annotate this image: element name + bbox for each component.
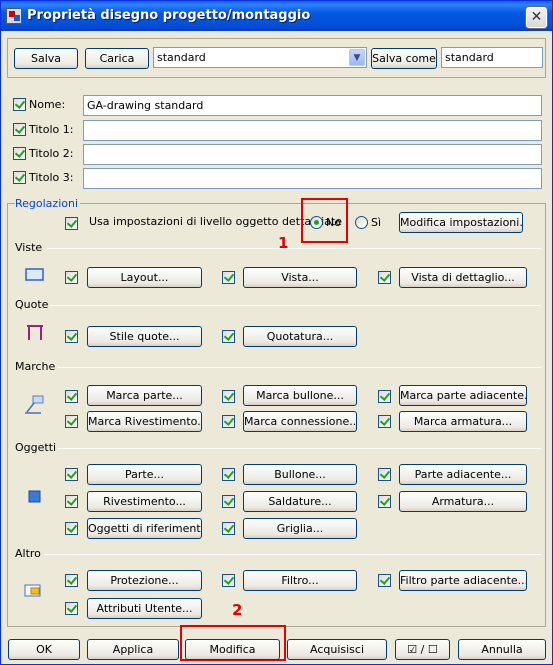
connection-mark-button[interactable]: Marca connessione... xyxy=(243,411,357,432)
dimension-style-button[interactable]: Stile quote... xyxy=(87,326,202,347)
surface-mark-checkbox[interactable] xyxy=(65,415,78,428)
title1-label: Titolo 1: xyxy=(29,123,74,136)
settings-group-label: Regolazioni xyxy=(15,197,81,210)
views-divider xyxy=(47,248,541,249)
protection-button[interactable]: Protezione... xyxy=(87,570,202,591)
bolt-checkbox[interactable] xyxy=(222,468,235,481)
radio-yes[interactable] xyxy=(355,216,368,229)
adjacent-part-button[interactable]: Parte adiacente... xyxy=(399,464,527,485)
annotation-marker-2: 2 xyxy=(232,601,243,619)
title2-checkbox[interactable] xyxy=(13,147,26,160)
dimensions-section-label: Quote xyxy=(15,298,49,311)
toggle-all-button[interactable]: ☑ / ☐ xyxy=(395,639,450,660)
name-input[interactable]: GA-drawing standard xyxy=(83,95,542,116)
title1-checkbox[interactable] xyxy=(13,123,26,136)
close-button[interactable]: ✕ xyxy=(526,7,547,28)
part-mark-button[interactable]: Marca parte... xyxy=(87,385,202,406)
dimensions-divider xyxy=(50,305,541,306)
detail-view-button[interactable]: Vista di dettaglio... xyxy=(399,267,527,288)
grid-button[interactable]: Griglia... xyxy=(243,518,357,539)
rebar-mark-button[interactable]: Marca armatura... xyxy=(399,411,527,432)
title2-input[interactable] xyxy=(83,144,542,165)
surface-checkbox[interactable] xyxy=(65,495,78,508)
title3-label: Titolo 3: xyxy=(29,171,74,184)
adjacent-part-mark-checkbox[interactable] xyxy=(378,390,391,403)
surface-button[interactable]: Rivestimento... xyxy=(87,491,202,512)
modify-settings-button[interactable]: Modifica impostazioni... xyxy=(399,212,523,233)
views-icon xyxy=(25,268,44,281)
annotation-box-1 xyxy=(301,198,348,243)
ok-button[interactable]: OK xyxy=(8,639,80,660)
bolt-mark-checkbox[interactable] xyxy=(222,390,235,403)
part-checkbox[interactable] xyxy=(65,468,78,481)
dimensioning-checkbox[interactable] xyxy=(222,330,235,343)
title-bar[interactable]: Proprietà disegno progetto/montaggio ✕ xyxy=(1,1,552,31)
save-as-name-input[interactable]: standard xyxy=(441,47,543,68)
radio-yes-label: Sì xyxy=(371,216,382,229)
views-section-label: Viste xyxy=(15,241,43,254)
layout-button[interactable]: Layout... xyxy=(87,267,202,288)
other-icon xyxy=(24,584,41,597)
chevron-down-icon[interactable]: ▼ xyxy=(349,49,365,66)
rebar-checkbox[interactable] xyxy=(378,495,391,508)
bolt-button[interactable]: Bullone... xyxy=(243,464,357,485)
annotation-marker-1: 1 xyxy=(278,234,289,252)
adjacent-part-mark-button[interactable]: Marca parte adiacente... xyxy=(399,385,527,406)
user-attributes-button[interactable]: Attributi Utente... xyxy=(87,598,202,619)
welds-checkbox[interactable] xyxy=(222,495,235,508)
title1-input[interactable] xyxy=(83,120,542,141)
rebar-mark-checkbox[interactable] xyxy=(378,415,391,428)
user-attributes-checkbox[interactable] xyxy=(65,602,78,615)
use-detail-checkbox[interactable] xyxy=(65,217,78,230)
title3-input[interactable] xyxy=(83,168,542,189)
dimensioning-button[interactable]: Quotatura... xyxy=(243,326,357,347)
views-detail-checkbox[interactable] xyxy=(378,271,391,284)
preset-select[interactable]: standard ▼ xyxy=(153,47,367,68)
marks-section-label: Marche xyxy=(15,360,56,373)
apply-button[interactable]: Applica xyxy=(87,639,179,660)
load-button[interactable]: Carica xyxy=(85,48,149,69)
dialog-window: Proprietà disegno progetto/montaggio ✕ S… xyxy=(0,0,553,665)
dim-style-checkbox[interactable] xyxy=(65,330,78,343)
protection-checkbox[interactable] xyxy=(65,574,78,587)
adjacent-part-checkbox[interactable] xyxy=(378,468,391,481)
acquire-button[interactable]: Acquisisci xyxy=(287,639,387,660)
title3-checkbox[interactable] xyxy=(13,171,26,184)
grid-checkbox[interactable] xyxy=(222,522,235,535)
modify-button[interactable]: Modifica xyxy=(185,639,280,660)
filter-button[interactable]: Filtro... xyxy=(243,570,357,591)
welds-button[interactable]: Saldature... xyxy=(243,491,357,512)
other-divider xyxy=(45,554,541,555)
filter-checkbox[interactable] xyxy=(222,574,235,587)
part-button[interactable]: Parte... xyxy=(87,464,202,485)
views-layout-checkbox[interactable] xyxy=(65,271,78,284)
adjacent-part-filter-button[interactable]: Filtro parte adiacente... xyxy=(399,570,527,591)
part-mark-checkbox[interactable] xyxy=(65,390,78,403)
save-as-button[interactable]: Salva come xyxy=(371,48,437,69)
name-label: Nome: xyxy=(29,98,66,111)
rebar-button[interactable]: Armatura... xyxy=(399,491,527,512)
marks-icon xyxy=(25,395,44,414)
save-button[interactable]: Salva xyxy=(14,48,78,69)
reference-objects-checkbox[interactable] xyxy=(65,522,78,535)
app-icon xyxy=(6,8,22,24)
adjacent-filter-checkbox[interactable] xyxy=(378,574,391,587)
title2-label: Titolo 2: xyxy=(29,147,74,160)
view-button[interactable]: Vista... xyxy=(243,267,357,288)
window-title: Proprietà disegno progetto/montaggio xyxy=(27,8,311,23)
objects-divider xyxy=(57,448,541,449)
other-section-label: Altro xyxy=(15,547,41,560)
objects-section-label: Oggetti xyxy=(15,441,57,454)
surface-mark-button[interactable]: Marca Rivestimento... xyxy=(87,411,202,432)
connection-mark-checkbox[interactable] xyxy=(222,415,235,428)
bolt-mark-button[interactable]: Marca bullone... xyxy=(243,385,357,406)
objects-icon xyxy=(28,490,41,503)
dimensions-icon xyxy=(27,325,43,340)
marks-divider xyxy=(57,367,541,368)
views-view-checkbox[interactable] xyxy=(222,271,235,284)
cancel-button[interactable]: Annulla xyxy=(458,639,546,660)
preset-select-value: standard xyxy=(157,51,206,64)
name-checkbox[interactable] xyxy=(13,98,26,111)
reference-objects-button[interactable]: Oggetti di riferimento... xyxy=(87,518,202,539)
